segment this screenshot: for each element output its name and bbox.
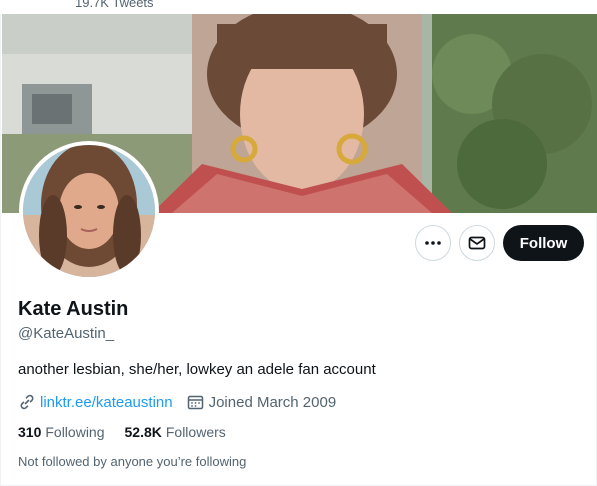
profile-bio: another lesbian, she/her, lowkey an adel… [18, 361, 376, 378]
mail-icon [468, 236, 486, 250]
more-options-button[interactable] [415, 225, 451, 261]
joined-date: Joined March 2009 [187, 393, 337, 411]
profile-link-text[interactable]: linktr.ee/kateaustinn [40, 394, 173, 411]
follow-stats: 310 Following 52.8K Followers [18, 423, 226, 441]
calendar-icon [187, 395, 203, 409]
following-link[interactable]: 310 Following [18, 424, 105, 440]
not-followed-note: Not followed by anyone you’re following [18, 454, 247, 469]
profile-meta: linktr.ee/kateaustinn Joined March 2009 [18, 392, 336, 412]
display-name: Kate Austin [18, 298, 129, 320]
link-icon [20, 394, 34, 410]
followers-link[interactable]: 52.8K Followers [125, 424, 226, 440]
avatar-image [23, 145, 155, 277]
tweets-count: 19.7K Tweets [75, 0, 154, 10]
more-horizontal-icon [425, 241, 441, 245]
joined-date-text: Joined March 2009 [208, 393, 337, 411]
username-handle: @KateAustin_ [18, 325, 115, 342]
profile-link[interactable]: linktr.ee/kateaustinn [18, 393, 173, 411]
profile-avatar[interactable] [19, 141, 159, 281]
header-strip: 19.7K Tweets [0, 0, 597, 14]
message-button[interactable] [459, 225, 495, 261]
following-label: Following [45, 424, 105, 440]
left-border [0, 0, 1, 486]
follow-button[interactable]: Follow [503, 225, 584, 261]
followers-count: 52.8K [124, 424, 162, 440]
followers-label: Followers [165, 424, 226, 440]
following-count: 310 [18, 424, 42, 440]
